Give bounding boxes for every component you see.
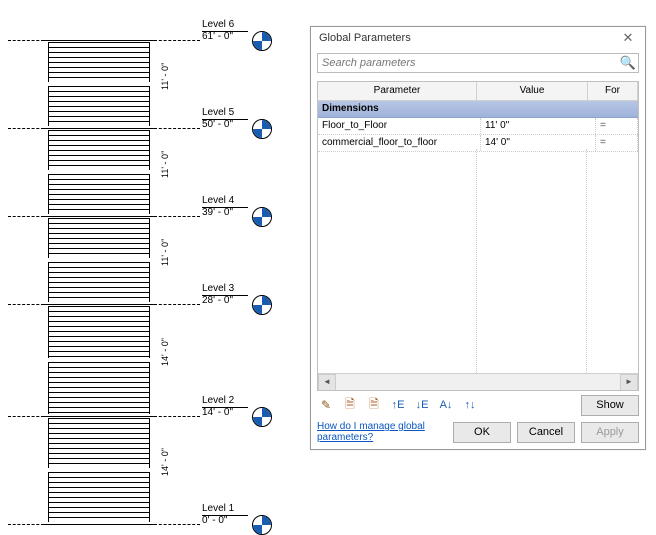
param-name[interactable]: Floor_to_Floor bbox=[318, 118, 481, 134]
level-label: Level 328' - 0" bbox=[202, 284, 248, 306]
move-down-icon[interactable]: ↓E bbox=[413, 396, 431, 414]
search-input[interactable] bbox=[318, 57, 618, 69]
dialog-titlebar: Global Parameters ✕ bbox=[311, 27, 645, 49]
level-elevation: 61' - 0" bbox=[202, 32, 248, 42]
dimension-label[interactable]: 11' - 0" bbox=[160, 164, 170, 178]
col-header-formula[interactable]: For bbox=[588, 82, 638, 100]
param-value[interactable]: 11' 0" bbox=[481, 118, 596, 134]
dimension-label[interactable]: 11' - 0" bbox=[160, 76, 170, 90]
apply-button[interactable]: Apply bbox=[581, 422, 639, 443]
param-formula[interactable]: = bbox=[596, 135, 638, 151]
level-label: Level 439' - 0" bbox=[202, 196, 248, 218]
delete-parameter-icon[interactable]: 🗎 bbox=[365, 396, 383, 414]
level-marker-icon[interactable] bbox=[252, 515, 272, 535]
param-value[interactable]: 14' 0" bbox=[481, 135, 596, 151]
ok-button[interactable]: OK bbox=[453, 422, 511, 443]
new-parameter-icon[interactable]: 🗎 bbox=[341, 396, 359, 414]
global-parameters-dialog: Global Parameters ✕ 🔍 Parameter Value Fo… bbox=[310, 26, 646, 450]
edit-parameter-icon[interactable]: ✎ bbox=[317, 396, 335, 414]
dialog-toolbar: ✎ 🗎 🗎 ↑E ↓E A↓ ↑↓ Show bbox=[311, 391, 645, 419]
close-icon[interactable]: ✕ bbox=[617, 29, 639, 47]
level-elevation: 14' - 0" bbox=[202, 408, 248, 418]
sort-ascending-icon[interactable]: A↓ bbox=[437, 396, 455, 414]
level-marker-icon[interactable] bbox=[252, 119, 272, 139]
grid-horizontal-scrollbar[interactable]: ◄ ► bbox=[318, 373, 638, 390]
dimension-label[interactable]: 14' - 0" bbox=[160, 352, 170, 366]
level-label: Level 214' - 0" bbox=[202, 396, 248, 418]
stair-flight bbox=[48, 130, 150, 170]
level-elevation: 28' - 0" bbox=[202, 296, 248, 306]
level-marker-icon[interactable] bbox=[252, 207, 272, 227]
col-header-parameter[interactable]: Parameter bbox=[318, 82, 477, 100]
stair-flight bbox=[48, 418, 150, 468]
dialog-title: Global Parameters bbox=[319, 32, 617, 44]
col-header-value[interactable]: Value bbox=[477, 82, 588, 100]
param-formula[interactable]: = bbox=[596, 118, 638, 134]
stair-flight bbox=[48, 472, 150, 522]
parameters-grid: Parameter Value For Dimensions Floor_to_… bbox=[317, 81, 639, 391]
level-marker-icon[interactable] bbox=[252, 295, 272, 315]
help-link[interactable]: How do I manage global parameters? bbox=[317, 421, 447, 443]
grid-body: Dimensions Floor_to_Floor11' 0"=commerci… bbox=[318, 101, 638, 373]
stair-flight bbox=[48, 218, 150, 258]
dimension-label[interactable]: 11' - 0" bbox=[160, 252, 170, 266]
show-button[interactable]: Show bbox=[581, 395, 639, 416]
search-icon[interactable]: 🔍 bbox=[618, 55, 638, 71]
stair-flight bbox=[48, 86, 150, 126]
stair-flight bbox=[48, 262, 150, 302]
scroll-left-icon[interactable]: ◄ bbox=[318, 374, 336, 391]
level-elevation: 50' - 0" bbox=[202, 120, 248, 130]
section-view: Level 661' - 0" 11' - 0" Level 550' - 0" 11… bbox=[0, 0, 300, 527]
level-elevation: 39' - 0" bbox=[202, 208, 248, 218]
level-label: Level 661' - 0" bbox=[202, 20, 248, 42]
stair-flight bbox=[48, 174, 150, 214]
level-marker-icon[interactable] bbox=[252, 31, 272, 51]
group-dimensions[interactable]: Dimensions bbox=[318, 101, 638, 118]
param-name[interactable]: commercial_floor_to_floor bbox=[318, 135, 481, 151]
dimension-label[interactable]: 14' - 0" bbox=[160, 462, 170, 476]
level-label: Level 550' - 0" bbox=[202, 108, 248, 130]
level-label: Level 10' - 0" bbox=[202, 504, 248, 526]
move-up-icon[interactable]: ↑E bbox=[389, 396, 407, 414]
level-elevation: 0' - 0" bbox=[202, 516, 248, 526]
level-marker-icon[interactable] bbox=[252, 407, 272, 427]
param-row[interactable]: Floor_to_Floor11' 0"= bbox=[318, 118, 638, 135]
dialog-footer: How do I manage global parameters? OK Ca… bbox=[311, 419, 645, 449]
stair-flight bbox=[48, 306, 150, 358]
cancel-button[interactable]: Cancel bbox=[517, 422, 575, 443]
param-row[interactable]: commercial_floor_to_floor14' 0"= bbox=[318, 135, 638, 152]
scroll-right-icon[interactable]: ► bbox=[620, 374, 638, 391]
search-box: 🔍 bbox=[317, 53, 639, 73]
sort-descending-icon[interactable]: ↑↓ bbox=[461, 396, 479, 414]
stair-flight bbox=[48, 362, 150, 414]
grid-header: Parameter Value For bbox=[318, 82, 638, 101]
search-wrap: 🔍 bbox=[311, 49, 645, 77]
stair-flight bbox=[48, 42, 150, 82]
